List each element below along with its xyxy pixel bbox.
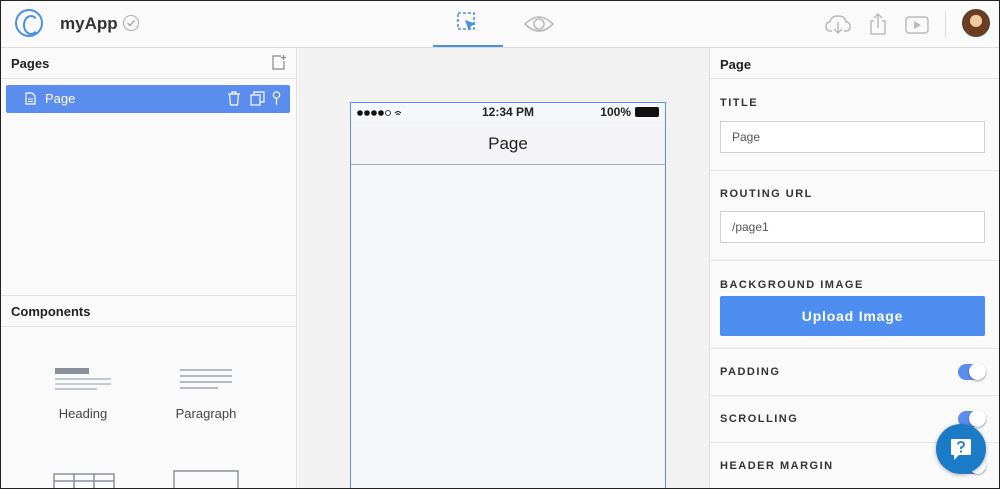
padding-label: PADDING — [720, 366, 781, 378]
header-margin-label: HEADER MARGIN — [720, 460, 834, 472]
heading-component-icon — [55, 368, 111, 390]
device-preview[interactable]: 12:34 PM 100% Page — [350, 102, 666, 488]
upload-image-button[interactable]: Upload Image — [720, 296, 985, 336]
properties-panel: Page TITLE ROUTING URL BACKGROUND IMAGE … — [709, 48, 999, 488]
device-status-bar: 12:34 PM 100% — [351, 103, 665, 121]
app-name: myApp — [60, 14, 118, 33]
title-input[interactable] — [720, 121, 985, 153]
design-canvas: 12:34 PM 100% Page — [298, 48, 709, 488]
components-title: Components — [11, 304, 91, 319]
pin-icon[interactable] — [272, 91, 281, 106]
title-label: TITLE — [720, 97, 759, 109]
properties-header: Page — [710, 48, 999, 79]
saved-check-icon — [123, 15, 139, 31]
left-sidebar: Pages Page Components Heading Paragraph — [1, 48, 297, 489]
background-image-label: BACKGROUND IMAGE — [720, 279, 864, 291]
document-icon — [25, 92, 36, 105]
pages-title: Pages — [11, 56, 50, 71]
play-video-icon[interactable] — [905, 15, 929, 35]
scrolling-label: SCROLLING — [720, 413, 799, 425]
container-component-icon[interactable] — [173, 470, 239, 489]
device-nav-bar: Page — [351, 121, 665, 165]
help-chat-button[interactable] — [936, 424, 986, 474]
paragraph-component-icon — [180, 369, 232, 389]
app-logo-icon[interactable] — [15, 9, 43, 37]
top-bar: myApp — [1, 1, 999, 48]
share-icon[interactable] — [867, 13, 889, 35]
battery-icon — [635, 107, 659, 117]
components-header: Components — [1, 296, 297, 327]
component-paragraph-label: Paragraph — [175, 406, 237, 421]
divider — [710, 348, 999, 349]
add-page-icon[interactable] — [272, 55, 287, 70]
design-cursor-icon — [457, 12, 476, 31]
component-heading[interactable]: Heading — [33, 366, 133, 421]
component-paragraph[interactable]: Paragraph — [156, 366, 256, 421]
routing-url-label: ROUTING URL — [720, 188, 813, 200]
help-chat-icon — [951, 439, 971, 460]
tab-design[interactable] — [433, 1, 503, 47]
device-battery-percent: 100% — [600, 105, 631, 119]
user-avatar[interactable] — [962, 9, 990, 37]
divider — [710, 260, 999, 261]
tab-preview[interactable] — [519, 1, 559, 47]
page-list-item-label: Page — [45, 91, 76, 106]
trash-icon[interactable] — [227, 91, 241, 106]
component-heading-label: Heading — [58, 406, 108, 421]
routing-url-input[interactable] — [720, 211, 985, 243]
divider — [710, 395, 999, 396]
divider — [710, 170, 999, 171]
grid-component-icon[interactable] — [53, 473, 115, 489]
duplicate-icon[interactable] — [250, 91, 265, 106]
app-window: myApp Pages Page Components Heading Para… — [0, 0, 1000, 489]
padding-toggle[interactable] — [958, 363, 986, 380]
pages-header: Pages — [1, 48, 297, 79]
device-nav-title: Page — [488, 134, 528, 153]
toolbar-divider — [945, 11, 946, 38]
eye-icon — [524, 16, 554, 32]
cloud-download-icon[interactable] — [825, 13, 851, 35]
page-list-item[interactable]: Page — [6, 85, 290, 113]
